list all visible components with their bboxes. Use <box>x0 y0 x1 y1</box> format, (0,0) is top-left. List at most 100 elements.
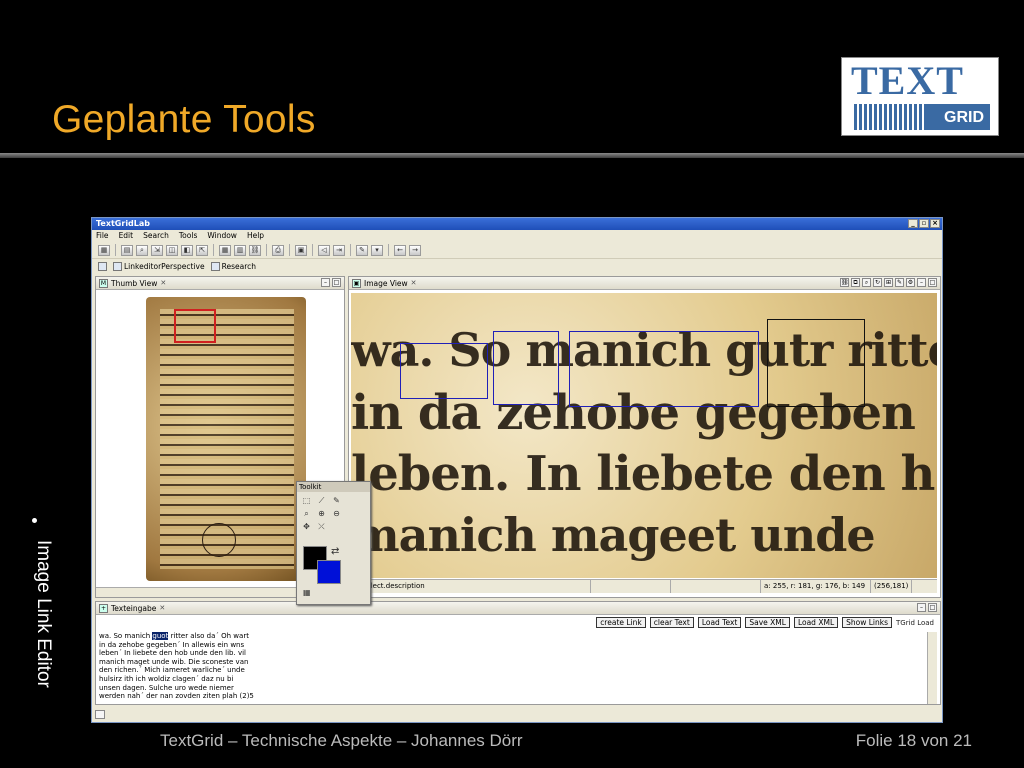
menu-tools[interactable]: Tools <box>179 230 197 242</box>
pencil-icon[interactable]: ✎ <box>356 244 368 256</box>
bullet-point: Image Link Editor <box>10 516 54 756</box>
background-color[interactable] <box>317 560 341 584</box>
image-icon[interactable]: ▣ <box>295 244 307 256</box>
toolkit-title[interactable]: Toolkit <box>297 482 370 492</box>
tgrid-load-button[interactable]: TGrid Load <box>896 619 934 627</box>
prev-icon[interactable]: ◁ <box>318 244 330 256</box>
menu-window[interactable]: Window <box>207 230 237 242</box>
text-line: leben´ In liebete den hob unde den lib. … <box>99 649 246 658</box>
logo-bars <box>854 104 924 130</box>
image-view-label: Image View <box>364 278 408 288</box>
clear-text-button[interactable]: clear Text <box>649 617 694 628</box>
grid-icon[interactable]: ▦ <box>303 588 311 597</box>
next-icon[interactable]: ⇥ <box>333 244 345 256</box>
swap-colors-icon[interactable]: ⇄ <box>331 546 339 557</box>
move-icon[interactable]: ✥ <box>300 521 313 533</box>
import-icon[interactable]: ⇲ <box>151 244 163 256</box>
minimize-icon[interactable]: – <box>321 278 330 287</box>
bullet-dot-icon <box>32 518 37 523</box>
maximize-icon[interactable]: □ <box>332 278 341 287</box>
transcription-text-area[interactable]: wa. So manich guot ritter also da´ Oh wa… <box>98 632 924 704</box>
restore-icon[interactable]: ▫ <box>919 219 929 228</box>
active-selection-box[interactable] <box>767 319 865 407</box>
maximize-icon[interactable]: □ <box>928 603 937 612</box>
manuscript-thumbnail[interactable] <box>146 297 306 581</box>
print-icon[interactable]: ⎙ <box>272 244 284 256</box>
select-icon[interactable]: ⊞ <box>884 278 893 287</box>
view-icon: ▣ <box>352 278 361 288</box>
back-icon[interactable]: ← <box>394 244 406 256</box>
status-empty <box>671 580 761 593</box>
table-icon[interactable]: ▥ <box>234 244 246 256</box>
view-controls: ⛓ ⧉ ⌕ ↻ ⊞ ✎ ⚙ – □ <box>840 278 937 287</box>
perspective-linkeditor[interactable]: LinkeditorPerspective <box>113 261 205 271</box>
perspective-label: Research <box>221 261 257 271</box>
menu-help[interactable]: Help <box>247 230 264 242</box>
window-titlebar[interactable]: TextGridLab _ ▫ × <box>92 218 942 230</box>
show-links-button[interactable]: Show Links <box>842 617 893 628</box>
image-view-tab[interactable]: ▣ Image View ✕ ⛓ ⧉ ⌕ ↻ ⊞ ✎ ⚙ – □ <box>349 277 940 290</box>
chevron-down-icon[interactable]: ▾ <box>371 244 383 256</box>
menu-search[interactable]: Search <box>143 230 169 242</box>
crop-icon[interactable]: ⤫ <box>315 521 328 533</box>
perspective-research[interactable]: Research <box>210 261 257 271</box>
zoom-out-icon[interactable]: ⊖ <box>330 508 343 520</box>
link-toolbar: create Link clear Text Load Text Save XM… <box>596 617 934 628</box>
link-icon[interactable]: ⛓ <box>840 278 849 287</box>
maximize-icon[interactable]: □ <box>928 278 937 287</box>
minimize-icon[interactable]: – <box>917 603 926 612</box>
manuscript-image[interactable]: wa. So manich gutr ritter in da zehobe g… <box>351 293 937 578</box>
fast-view-bar <box>95 708 941 720</box>
refresh-icon[interactable]: ↻ <box>873 278 882 287</box>
toolbar-separator <box>266 244 267 256</box>
save-xml-button[interactable]: Save XML <box>745 617 790 628</box>
link-icon[interactable]: ⛓ <box>249 244 261 256</box>
link-selection-box[interactable] <box>493 331 559 405</box>
brush-icon[interactable]: ✎ <box>330 495 343 507</box>
rect-select-icon[interactable]: ⬚ <box>300 495 313 507</box>
menu-file[interactable]: File <box>96 230 109 242</box>
eyedropper-icon[interactable]: ⟋ <box>315 495 328 507</box>
zoom-icon[interactable]: ⌕ <box>862 278 871 287</box>
text-line: in da zehobe gegeben´ In allewis ein wns <box>99 640 245 649</box>
menu-edit[interactable]: Edit <box>119 230 134 242</box>
open-perspective-icon[interactable] <box>98 261 107 271</box>
close-icon[interactable]: × <box>930 219 940 228</box>
close-icon[interactable]: ✕ <box>160 277 166 290</box>
thumbnail-selection[interactable] <box>174 309 216 343</box>
selected-word[interactable]: guot <box>152 632 169 640</box>
new-icon[interactable]: ▤ <box>121 244 133 256</box>
texteingabe-tab[interactable]: + Texteingabe ✕ – □ <box>96 602 940 615</box>
link-selection-box[interactable] <box>569 331 759 407</box>
forward-icon[interactable]: → <box>409 244 421 256</box>
zoom-icon[interactable]: ⌕ <box>300 508 313 520</box>
link-selection-box[interactable] <box>400 343 488 399</box>
create-link-button[interactable]: create Link <box>596 617 646 628</box>
text-line: werden nah´ der nan zovden ziten plah (2… <box>99 692 254 701</box>
vertical-scrollbar[interactable] <box>927 632 937 704</box>
grid-icon[interactable]: ▦ <box>219 244 231 256</box>
zoom-in-icon[interactable]: ⊕ <box>315 508 328 520</box>
copy-icon[interactable]: ⧉ <box>851 278 860 287</box>
load-text-button[interactable]: Load Text <box>697 617 742 628</box>
text-segment: wa. So manich <box>99 632 153 640</box>
fast-view-icon[interactable] <box>95 709 105 719</box>
thumb-view-tab[interactable]: M Thumb View ✕ – □ <box>96 277 344 290</box>
text-segment: ritter also da´ Oh wart <box>168 632 249 640</box>
view-icon: M <box>99 278 108 288</box>
brush-icon[interactable]: ✎ <box>895 278 904 287</box>
minimize-icon[interactable]: _ <box>908 219 918 228</box>
close-icon[interactable]: ✕ <box>159 602 165 615</box>
minimize-icon[interactable]: – <box>917 278 926 287</box>
window-controls: _ ▫ × <box>908 219 940 228</box>
object-icon[interactable]: ◫ <box>166 244 178 256</box>
settings-icon[interactable]: ⚙ <box>906 278 915 287</box>
toolbar-separator <box>388 244 389 256</box>
search-icon[interactable]: ⌕ <box>136 244 148 256</box>
preview-icon[interactable]: ◧ <box>181 244 193 256</box>
export-icon[interactable]: ⇱ <box>196 244 208 256</box>
toolkit-tools: ⬚ ⟋ ✎ ⌕ ⊕ ⊖ ✥ ⤫ <box>297 492 370 536</box>
load-xml-button[interactable]: Load XML <box>793 617 839 628</box>
textgrid-icon[interactable]: ▦ <box>98 244 110 256</box>
close-icon[interactable]: ✕ <box>411 277 417 290</box>
